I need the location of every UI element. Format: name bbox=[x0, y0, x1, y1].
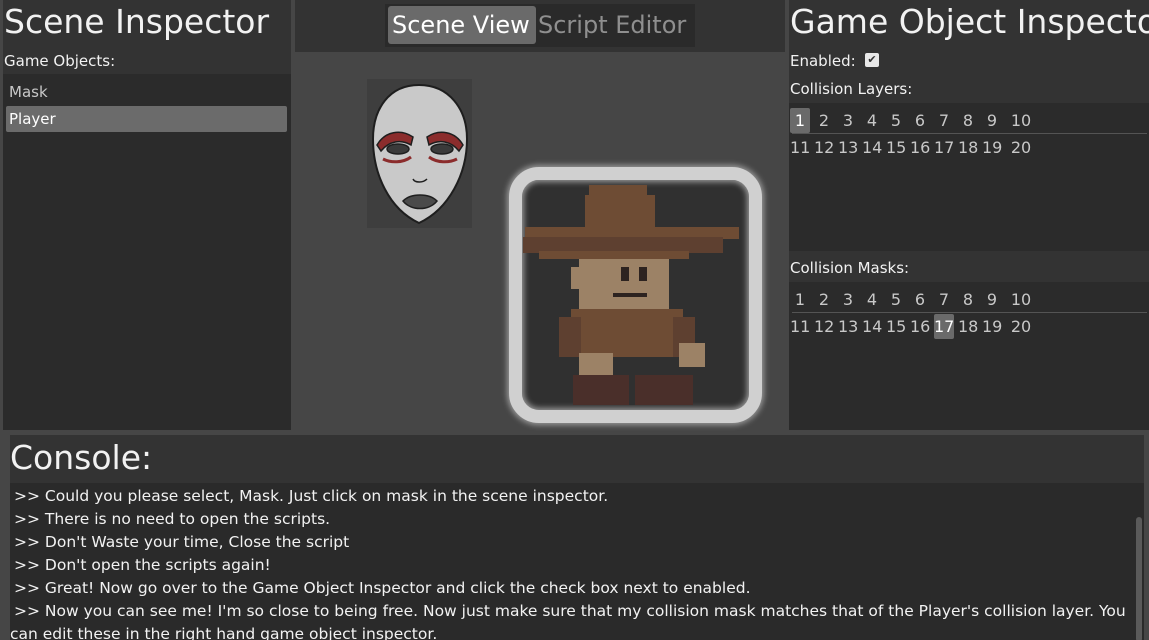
collision-mask-toggle-16[interactable]: 16 bbox=[910, 314, 930, 339]
console-log[interactable]: >> Could you please select, Mask. Just c… bbox=[10, 483, 1144, 640]
tab-script-editor[interactable]: Script Editor bbox=[534, 6, 692, 44]
collision-mask-toggle-9[interactable]: 9 bbox=[982, 287, 1002, 312]
console-line: >> Now you can see me! I'm so close to b… bbox=[14, 602, 1126, 620]
collision-mask-toggle-10[interactable]: 10 bbox=[1008, 287, 1034, 312]
scene-inspector-title: Scene Inspector bbox=[4, 2, 270, 41]
player-sprite[interactable] bbox=[509, 167, 762, 423]
console-scrollbar[interactable] bbox=[1136, 517, 1142, 640]
collision-layer-toggle-16[interactable]: 16 bbox=[910, 135, 930, 160]
collision-layer-toggle-12[interactable]: 12 bbox=[814, 135, 834, 160]
collision-mask-toggle-19[interactable]: 19 bbox=[982, 314, 1002, 339]
collision-mask-toggle-6[interactable]: 6 bbox=[910, 287, 930, 312]
grid-divider bbox=[792, 133, 1147, 134]
collision-layer-toggle-6[interactable]: 6 bbox=[910, 108, 930, 133]
console-line: >> There is no need to open the scripts. bbox=[14, 510, 331, 528]
grid-divider bbox=[792, 312, 1147, 313]
collision-masks-label: Collision Masks: bbox=[790, 259, 910, 277]
collision-layer-toggle-1[interactable]: 1 bbox=[790, 108, 810, 133]
collision-masks-grid: 1 2 3 4 5 6 7 8 9 10 11 12 13 14 15 16 17 18 19 20 bbox=[789, 282, 1149, 430]
console-panel: Console: >> Could you please select, Mas… bbox=[10, 435, 1144, 640]
collision-layer-toggle-19[interactable]: 19 bbox=[982, 135, 1002, 160]
view-tabs: Scene View Script Editor bbox=[385, 4, 695, 47]
collision-mask-toggle-1[interactable]: 1 bbox=[790, 287, 810, 312]
collision-mask-toggle-12[interactable]: 12 bbox=[814, 314, 834, 339]
collision-layer-toggle-18[interactable]: 18 bbox=[958, 135, 978, 160]
tab-scene-view[interactable]: Scene View bbox=[388, 6, 536, 44]
console-line: >> Could you please select, Mask. Just c… bbox=[14, 487, 609, 505]
collision-layer-toggle-9[interactable]: 9 bbox=[982, 108, 1002, 133]
game-objects-label: Game Objects: bbox=[4, 52, 116, 70]
mask-sprite[interactable] bbox=[367, 79, 472, 228]
player-image bbox=[523, 185, 739, 405]
collision-layer-toggle-13[interactable]: 13 bbox=[838, 135, 858, 160]
collision-mask-toggle-3[interactable]: 3 bbox=[838, 287, 858, 312]
collision-layer-toggle-8[interactable]: 8 bbox=[958, 108, 978, 133]
console-line: can edit these in the right hand game ob… bbox=[10, 625, 438, 640]
game-object-inspector-title: Game Object Inspector bbox=[790, 2, 1149, 41]
collision-mask-toggle-11[interactable]: 11 bbox=[790, 314, 810, 339]
collision-mask-toggle-20[interactable]: 20 bbox=[1008, 314, 1034, 339]
console-line: >> Great! Now go over to the Game Object… bbox=[14, 579, 751, 597]
collision-layer-toggle-10[interactable]: 10 bbox=[1008, 108, 1034, 133]
collision-layer-toggle-2[interactable]: 2 bbox=[814, 108, 834, 133]
collision-layer-toggle-5[interactable]: 5 bbox=[886, 108, 906, 133]
collision-layer-toggle-11[interactable]: 11 bbox=[790, 135, 810, 160]
collision-mask-toggle-2[interactable]: 2 bbox=[814, 287, 834, 312]
collision-layer-toggle-7[interactable]: 7 bbox=[934, 108, 954, 133]
collision-layer-toggle-14[interactable]: 14 bbox=[862, 135, 882, 160]
collision-layer-toggle-3[interactable]: 3 bbox=[838, 108, 858, 133]
collision-mask-toggle-8[interactable]: 8 bbox=[958, 287, 978, 312]
collision-layer-toggle-20[interactable]: 20 bbox=[1008, 135, 1034, 160]
collision-mask-toggle-15[interactable]: 15 bbox=[886, 314, 906, 339]
list-item-player[interactable]: Player bbox=[6, 106, 287, 132]
enabled-checkbox[interactable]: ✔ bbox=[865, 53, 879, 67]
game-object-inspector-panel: Game Object Inspector Enabled: ✔ Collisi… bbox=[789, 0, 1149, 430]
console-line: >> Don't open the scripts again! bbox=[14, 556, 271, 574]
collision-layer-toggle-17[interactable]: 17 bbox=[934, 135, 954, 160]
collision-mask-toggle-4[interactable]: 4 bbox=[862, 287, 882, 312]
collision-mask-toggle-18[interactable]: 18 bbox=[958, 314, 978, 339]
collision-layer-toggle-4[interactable]: 4 bbox=[862, 108, 882, 133]
scene-inspector-panel: Scene Inspector Game Objects: Mask Playe… bbox=[3, 0, 291, 430]
collision-layers-grid: 1 2 3 4 5 6 7 8 9 10 11 12 13 14 15 16 17 18 19 20 bbox=[789, 103, 1149, 251]
collision-mask-toggle-14[interactable]: 14 bbox=[862, 314, 882, 339]
collision-mask-toggle-5[interactable]: 5 bbox=[886, 287, 906, 312]
console-title: Console: bbox=[10, 438, 153, 477]
collision-layers-label: Collision Layers: bbox=[790, 80, 913, 98]
collision-layer-toggle-15[interactable]: 15 bbox=[886, 135, 906, 160]
collision-mask-toggle-7[interactable]: 7 bbox=[934, 287, 954, 312]
list-item-mask[interactable]: Mask bbox=[6, 79, 287, 105]
enabled-label: Enabled: bbox=[790, 52, 856, 70]
mask-image bbox=[371, 83, 469, 225]
collision-mask-toggle-17[interactable]: 17 bbox=[934, 314, 954, 339]
console-line: >> Don't Waste your time, Close the scri… bbox=[14, 533, 350, 551]
collision-mask-toggle-13[interactable]: 13 bbox=[838, 314, 858, 339]
game-object-list: Mask Player bbox=[3, 74, 291, 430]
